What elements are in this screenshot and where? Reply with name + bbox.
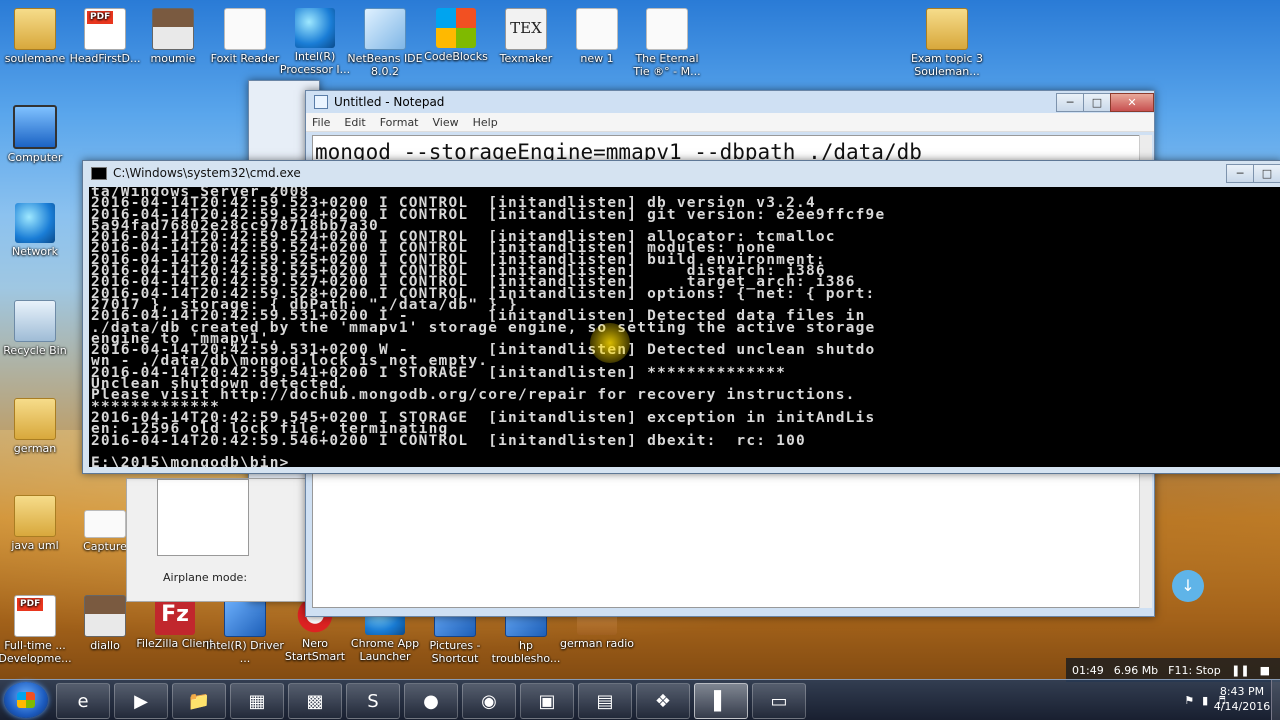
taskbar-media-player-icon[interactable]: ▶ bbox=[114, 683, 168, 719]
taskbar-firefox-icon[interactable]: ● bbox=[404, 683, 458, 719]
desktop-icon-soulemane[interactable]: soulemane bbox=[0, 8, 75, 65]
taskbar-charts-icon[interactable]: ▤ bbox=[578, 683, 632, 719]
foxit-icon bbox=[224, 8, 266, 50]
cmd-title: C:\Windows\system32\cmd.exe bbox=[113, 166, 301, 180]
desktop-icon-intel-processor[interactable]: Intel(R) Processor I... bbox=[275, 8, 355, 76]
stop-icon[interactable]: ■ bbox=[1260, 664, 1270, 677]
computer-icon bbox=[13, 105, 57, 149]
desktop-icon-java-uml[interactable]: java uml bbox=[0, 495, 75, 552]
document-icon bbox=[576, 8, 618, 50]
clock[interactable]: 8:43 PM 4/14/2016 bbox=[1212, 684, 1272, 714]
network-settings-panel: Airplane mode: bbox=[126, 478, 308, 602]
folder-icon bbox=[14, 8, 56, 50]
desktop-icon-moumie[interactable]: moumie bbox=[133, 8, 213, 65]
cmd-console[interactable]: ta/Windows Server 2008 2016-04-14T20:42:… bbox=[89, 187, 1280, 467]
intel-icon bbox=[295, 8, 335, 48]
taskbar-virtualbox-icon[interactable]: ▣ bbox=[520, 683, 574, 719]
taskbar-terminal-icon[interactable]: ▩ bbox=[288, 683, 342, 719]
taskbar-skype-icon[interactable]: S bbox=[346, 683, 400, 719]
desktop-icon-diallo[interactable]: diallo bbox=[65, 595, 145, 652]
arrow-down-circle-icon[interactable]: ↓ bbox=[1172, 570, 1204, 602]
cmd-window[interactable]: C:\Windows\system32\cmd.exe ─ □ ta/Windo… bbox=[82, 160, 1280, 474]
taskbar-xampp-icon[interactable]: ❖ bbox=[636, 683, 690, 719]
menu-edit[interactable]: Edit bbox=[344, 116, 365, 129]
audio-file-icon bbox=[646, 8, 688, 50]
pdf-icon bbox=[84, 8, 126, 50]
airplane-mode-label: Airplane mode: bbox=[163, 571, 248, 584]
recycle-bin-icon bbox=[14, 300, 56, 342]
network-icon bbox=[15, 203, 55, 243]
notepad-titlebar[interactable]: Untitled - Notepad ─ □ ✕ bbox=[306, 91, 1154, 113]
desktop-icon-recycle-bin[interactable]: Recycle Bin bbox=[0, 300, 75, 357]
desktop-icon-netbeans[interactable]: NetBeans IDE 8.0.2 bbox=[345, 8, 425, 78]
desktop-icon-new1[interactable]: new 1 bbox=[557, 8, 637, 65]
person-photo-icon bbox=[152, 8, 194, 50]
desktop-icon-computer[interactable]: Computer bbox=[0, 105, 75, 164]
pause-icon[interactable]: ❚❚ bbox=[1231, 664, 1249, 677]
cmd-icon bbox=[91, 166, 107, 180]
desktop-icon-intel-driver[interactable]: Intel(R) Driver ... bbox=[205, 595, 285, 665]
desktop-icon-network[interactable]: Network bbox=[0, 203, 75, 258]
panel-preview bbox=[157, 479, 249, 556]
cursor-highlight bbox=[590, 323, 630, 363]
menu-file[interactable]: File bbox=[312, 116, 330, 129]
codeblocks-icon bbox=[436, 8, 476, 48]
clock-time: 8:43 PM bbox=[1219, 685, 1265, 698]
taskbar-ie-icon[interactable]: e bbox=[56, 683, 110, 719]
recorder-size: 6.96 Mb bbox=[1113, 663, 1159, 677]
notepad-icon bbox=[314, 95, 328, 109]
tray-network-icon[interactable]: ▮ bbox=[1202, 694, 1208, 707]
desktop-icon-eternal-tie[interactable]: The Eternal Tie ®° - M... bbox=[627, 8, 707, 78]
menu-view[interactable]: View bbox=[433, 116, 459, 129]
desktop-icon-exam-topic[interactable]: Exam topic 3 Souleman... bbox=[907, 8, 987, 78]
cmd-titlebar[interactable]: C:\Windows\system32\cmd.exe ─ □ bbox=[83, 161, 1280, 185]
capture-icon bbox=[84, 510, 126, 538]
taskbar-notepad-icon[interactable]: ▭ bbox=[752, 683, 806, 719]
desktop-icon-filezilla[interactable]: Fz FileZilla Client bbox=[135, 595, 215, 650]
notepad-title: Untitled - Notepad bbox=[334, 95, 445, 109]
folder-icon bbox=[14, 398, 56, 440]
menu-format[interactable]: Format bbox=[380, 116, 419, 129]
taskbar: e ▶ 📁 ▦ ▩ S ● ◉ ▣ ▤ ❖ ▌ ▭ ⚑ ▮ ♬ 8:43 PM … bbox=[0, 679, 1280, 720]
tex-icon: TEX bbox=[505, 8, 547, 50]
netbeans-cube-icon bbox=[364, 8, 406, 50]
show-desktop-button[interactable] bbox=[1271, 680, 1280, 720]
tray-flag-icon[interactable]: ⚑ bbox=[1184, 694, 1194, 707]
desktop-icon-codeblocks[interactable]: CodeBlocks bbox=[416, 8, 496, 63]
menu-help[interactable]: Help bbox=[473, 116, 498, 129]
console-output[interactable]: ta/Windows Server 2008 2016-04-14T20:42:… bbox=[89, 187, 1280, 467]
maximize-button[interactable]: □ bbox=[1083, 92, 1111, 112]
taskbar-file-explorer-icon[interactable]: 📁 bbox=[172, 683, 226, 719]
pdf-icon bbox=[14, 595, 56, 637]
folder-icon bbox=[926, 8, 968, 50]
taskbar-wifi-icon[interactable]: ◉ bbox=[462, 683, 516, 719]
recorder-time: 01:49 bbox=[1072, 663, 1104, 677]
recorder-stop[interactable]: F11: Stop bbox=[1168, 664, 1221, 677]
desktop-icon-fulltime[interactable]: Full-time ... Developme... bbox=[0, 595, 75, 665]
minimize-button[interactable]: ─ bbox=[1056, 92, 1084, 112]
folder-icon bbox=[14, 495, 56, 537]
cmd-maximize-button[interactable]: □ bbox=[1253, 163, 1280, 183]
taskbar-app-grid-icon[interactable]: ▦ bbox=[230, 683, 284, 719]
taskbar-cmd-icon[interactable]: ▌ bbox=[694, 683, 748, 719]
person-photo-icon bbox=[84, 595, 126, 637]
desktop-icon-texmaker[interactable]: TEX Texmaker bbox=[486, 8, 566, 65]
cmd-minimize-button[interactable]: ─ bbox=[1226, 163, 1254, 183]
desktop-icon-german[interactable]: german bbox=[0, 398, 75, 455]
desktop-icon-foxit[interactable]: Foxit Reader bbox=[205, 8, 285, 65]
close-button[interactable]: ✕ bbox=[1110, 92, 1154, 112]
notepad-menubar: File Edit Format View Help bbox=[306, 113, 1154, 132]
start-button[interactable] bbox=[4, 682, 48, 718]
clock-date: 4/14/2016 bbox=[1213, 700, 1271, 713]
